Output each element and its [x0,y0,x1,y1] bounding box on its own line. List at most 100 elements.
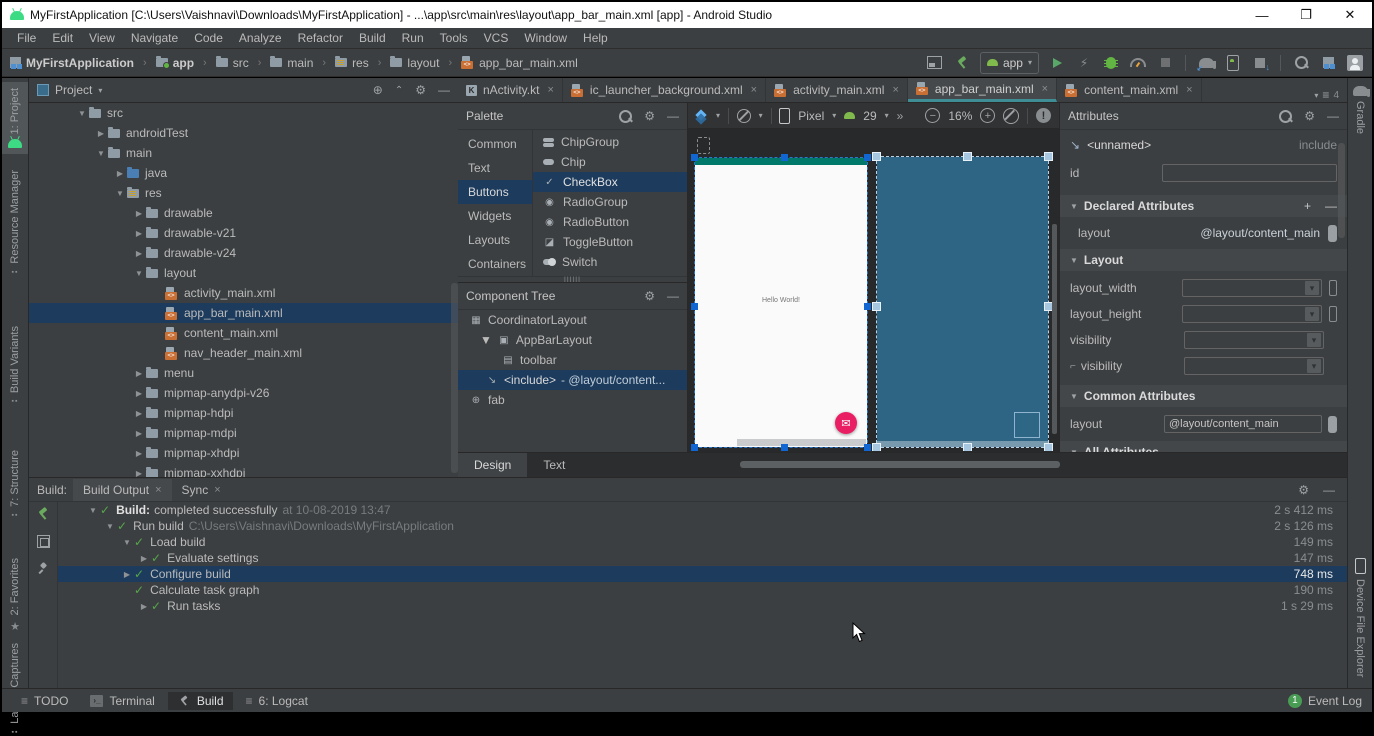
visibility-select[interactable] [1184,331,1324,349]
gear-icon[interactable]: ⚙ [644,289,655,303]
id-input[interactable] [1162,164,1337,182]
menu-view[interactable]: View [82,30,122,46]
component-row-toolbar[interactable]: ▤ toolbar [458,350,687,370]
tree-chevron-right-icon[interactable]: ▶ [113,169,127,178]
project-scrollbar[interactable] [451,283,458,473]
palette-item-togglebutton[interactable]: ◪ ToggleButton [533,232,687,252]
warnings-icon[interactable]: ! [1035,108,1051,123]
build-row[interactable]: ▼ ✓ Build: completed successfully at 10-08-2… [58,502,1347,518]
hide-panel-icon[interactable]: — [1323,483,1335,497]
orientation-icon[interactable] [736,108,751,123]
pick-resource-button[interactable] [1328,415,1337,433]
sidebar-item-build-variants[interactable]: Build Variants ▪▪ [2,326,28,405]
project-tree-row[interactable]: ▶ mipmap-mdpi [29,423,458,443]
tree-chevron-right-icon[interactable]: ▶ [94,129,108,138]
layout-width-select[interactable] [1182,279,1322,297]
tree-chevron-right-icon[interactable]: ▶ [132,469,146,478]
project-tree-row[interactable]: ▶ mipmap-xxhdpi [29,463,458,477]
close-icon[interactable]: × [1186,84,1192,96]
menu-navigate[interactable]: Navigate [124,30,185,46]
hidden-tabs-control[interactable]: ▾ ≡ 4 [1314,88,1347,102]
menu-help[interactable]: Help [576,30,615,46]
gear-icon[interactable]: ⚙ [644,109,655,123]
toolwindow-button-terminal[interactable]: ›_ Terminal [81,692,163,710]
close-icon[interactable]: × [892,84,898,96]
project-tree-row[interactable]: ▼ layout [29,263,458,283]
project-tree-row[interactable]: ▼ res [29,183,458,203]
pin-icon[interactable] [37,562,49,574]
zoom-fit-button[interactable] [1003,107,1020,124]
project-tree-row[interactable]: ▶ drawable [29,203,458,223]
build-row[interactable]: ▼ ✓ Run build C:\Users\Vaishnavi\Downloads\… [58,518,1347,534]
toolwindow-button-6-logcat[interactable]: ≡ 6: Logcat [237,692,317,710]
breadcrumb-item[interactable]: res [335,56,369,70]
build-row[interactable]: ▶ ✓ Evaluate settings 147 ms [58,550,1347,566]
palette-category-buttons[interactable]: Buttons [458,180,532,204]
tree-chevron-right-icon[interactable]: ▶ [120,570,134,579]
menu-file[interactable]: File [10,30,43,46]
sidebar-item-resource-manager[interactable]: Resource Manager ▪▪ [2,170,28,276]
toolbar-overflow-icon[interactable]: » [897,109,904,123]
editor-tab-content-main-xml[interactable]: content_main.xml × [1057,78,1202,102]
palette-category-widgets[interactable]: Widgets [458,204,532,228]
project-tree-row[interactable]: ▶ mipmap-anydpi-v26 [29,383,458,403]
project-tree-row[interactable]: ▶ menu [29,363,458,383]
tree-chevron-down-icon[interactable]: ▼ [113,189,127,198]
rerun-build-icon[interactable] [36,507,50,521]
build-tab-sync[interactable]: Sync × [172,479,231,501]
editor-tab-activity-main-xml[interactable]: activity_main.xml × [766,78,908,102]
project-structure-icon[interactable] [1322,57,1335,69]
debug-button[interactable] [1104,56,1118,69]
close-icon[interactable]: × [214,484,220,496]
build-tab-build-output[interactable]: Build Output × [73,478,172,501]
tree-chevron-right-icon[interactable]: ▶ [132,429,146,438]
tree-chevron-right-icon[interactable]: ▶ [132,249,146,258]
build-row[interactable]: ▶ ✓ Run tasks 1 s 29 ms [58,598,1347,614]
constraint-toggle-icon[interactable] [1329,280,1337,296]
tree-chevron-down-icon[interactable]: ▼ [480,333,492,347]
project-tree-row[interactable]: ▶ java [29,163,458,183]
build-row[interactable]: ▶ ✓ Configure build 748 ms [58,566,1347,582]
stop-button[interactable] [1160,58,1170,67]
toolwindow-button-todo[interactable]: ≡ TODO [12,692,77,710]
gradle-sync-icon[interactable] [1197,57,1216,73]
design-canvas[interactable]: Hello World! ✉ [688,129,1059,451]
menu-code[interactable]: Code [187,30,230,46]
profiler-icon[interactable] [1130,58,1146,67]
export-build-icon[interactable] [36,535,50,548]
layout-attr-value[interactable]: @layout/content_main [1200,226,1320,240]
device-select[interactable]: Pixel [798,109,824,123]
layout-height-select[interactable] [1182,305,1322,323]
palette-item-chip[interactable]: Chip [533,152,687,172]
gear-icon[interactable]: ⚙ [1298,483,1309,497]
tree-chevron-right-icon[interactable]: ▶ [132,449,146,458]
project-tree-row[interactable]: app_bar_main.xml [29,303,458,323]
canvas-scrollbar[interactable] [1052,224,1057,434]
design-preview[interactable]: Hello World! ✉ [691,154,871,451]
all-attributes-section[interactable]: ▼ All Attributes [1060,441,1347,452]
project-tree-row[interactable]: activity_main.xml [29,283,458,303]
run-button[interactable] [1052,57,1062,68]
palette-category-text[interactable]: Text [458,156,532,180]
gear-icon[interactable]: ⚙ [1304,109,1315,123]
project-tree-row[interactable]: content_main.xml [29,323,458,343]
common-layout-input[interactable]: @layout/content_main [1164,415,1322,433]
sidebar-item-7-structure[interactable]: 7: Structure ▪▪ [2,450,28,519]
toolwindow-button-build[interactable]: Build [167,691,233,710]
attach-toolwindow-icon[interactable] [927,56,943,69]
tools-visibility-select[interactable] [1184,357,1324,375]
tree-chevron-right-icon[interactable]: ▶ [132,209,146,218]
fab-button-preview[interactable]: ✉ [835,412,857,434]
window-minimize-button[interactable]: — [1240,2,1284,28]
profile-avatar[interactable] [1347,54,1363,71]
run-configuration-select[interactable]: app ▾ [979,51,1039,74]
hide-panel-icon[interactable]: — [667,109,679,123]
tree-chevron-right-icon[interactable]: ▶ [132,229,146,238]
build-hammer-icon[interactable] [955,56,969,70]
zoom-in-button[interactable]: + [980,108,996,123]
hide-panel-icon[interactable]: — [1327,109,1339,123]
sidebar-item-device-file-explorer[interactable]: Device File Explorer [1348,558,1372,677]
tree-chevron-down-icon[interactable]: ▼ [132,269,146,278]
mode-tab-text[interactable]: Text [527,453,581,477]
add-attribute-button[interactable]: + [1304,199,1311,213]
